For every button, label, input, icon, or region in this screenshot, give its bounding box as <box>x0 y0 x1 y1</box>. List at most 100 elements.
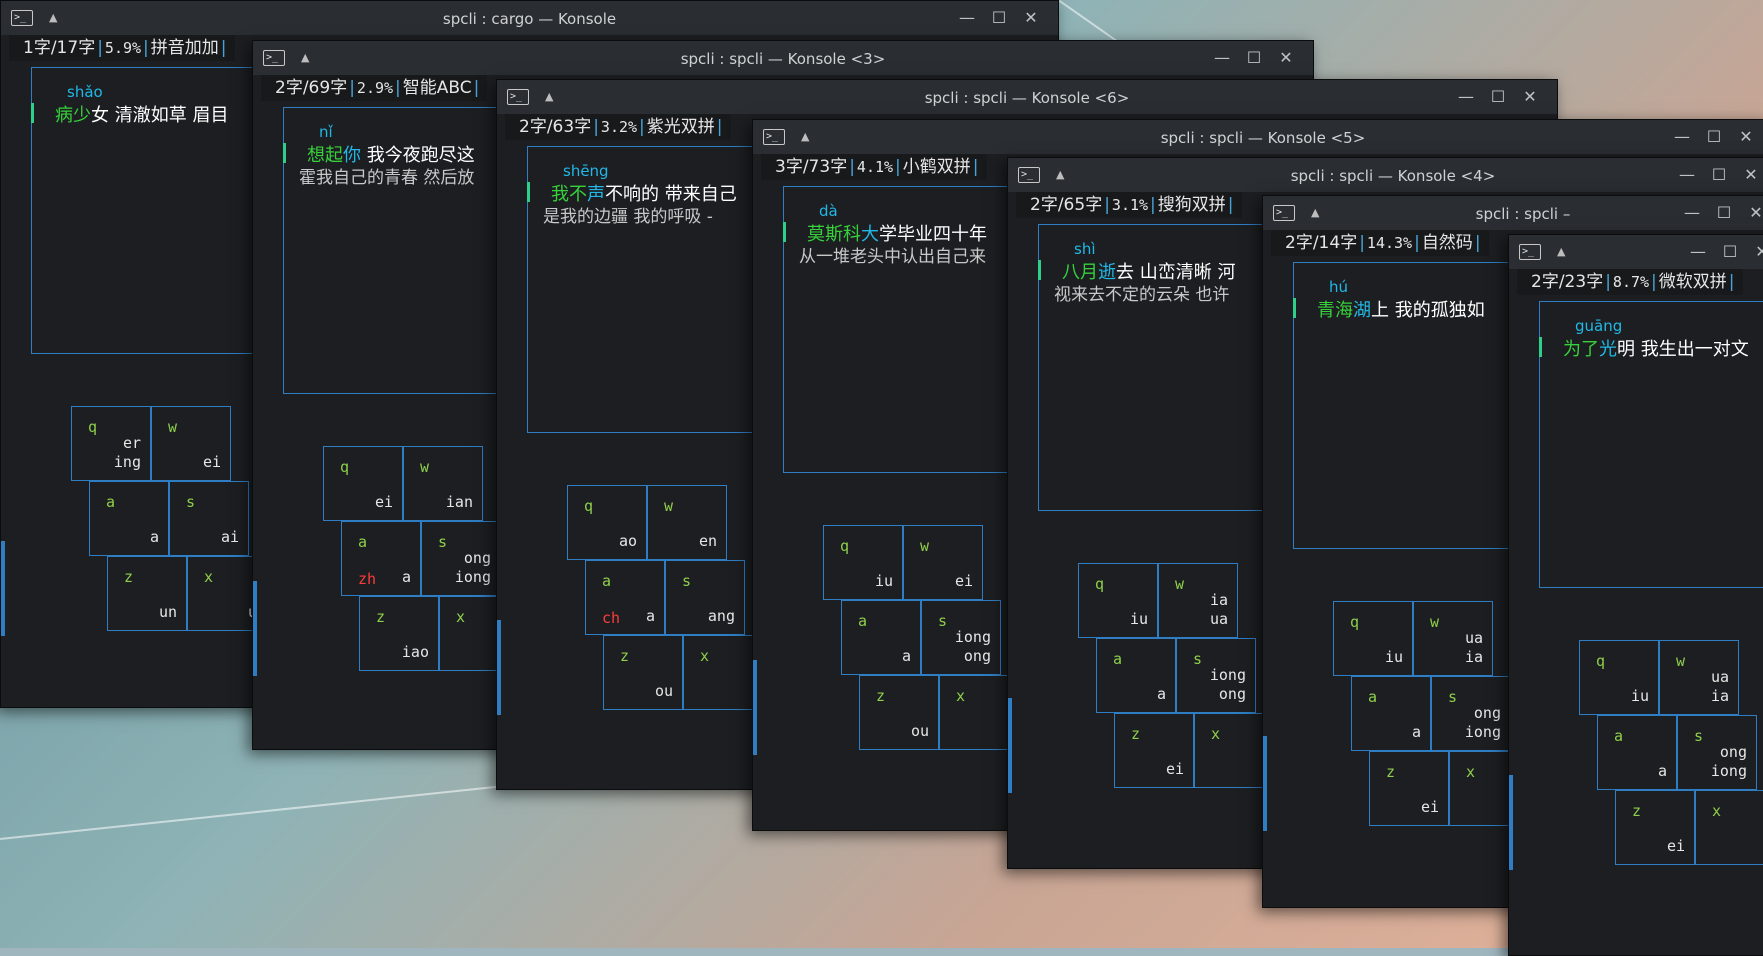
key-finals: iu <box>874 572 893 590</box>
key-initial: zh <box>358 570 377 588</box>
pinyin-hint: hú <box>1329 278 1349 296</box>
maximize-button[interactable]: ☐ <box>1487 86 1509 108</box>
status-separator: | <box>1414 233 1420 253</box>
minimize-button[interactable]: — <box>956 7 978 29</box>
next-line: 视来去不定的云朵 也许 <box>1054 285 1230 305</box>
key-finals: un <box>158 603 177 621</box>
window-titlebar[interactable]: >_ ▲ spcli : spcli – — ☐ ✕ <box>1263 196 1763 230</box>
minimize-button[interactable]: — <box>1211 47 1233 69</box>
keep-above-icon[interactable]: ▲ <box>1557 245 1565 258</box>
key-letter: a <box>358 533 368 551</box>
window-titlebar[interactable]: >_ ▲ spcli : cargo — Konsole — ☐ ✕ <box>1 1 1058 35</box>
status-separator: | <box>1150 195 1156 215</box>
key-finals: er ing <box>113 434 141 471</box>
cursor-marker <box>1293 298 1296 318</box>
key-a: aa <box>89 481 169 556</box>
scheme-name: 自然码 <box>1421 233 1473 253</box>
close-button[interactable]: ✕ <box>1740 164 1762 186</box>
key-initial: ch <box>602 609 621 627</box>
status-bar: 1字/17字 | 5.9% | 拼音加加 | <box>9 35 235 61</box>
line-segment: 光 <box>1599 339 1617 360</box>
key-q: q iu <box>1078 563 1158 638</box>
status-bar: 2字/14字 | 14.3% | 自然码 | <box>1271 230 1489 256</box>
window-title: spcli : spcli — Konsole <5> <box>1160 129 1366 147</box>
maximize-button[interactable]: ☐ <box>988 7 1010 29</box>
close-button[interactable]: ✕ <box>1751 241 1763 263</box>
minimize-button[interactable]: — <box>1671 126 1693 148</box>
line-segment: 青海 <box>1317 300 1353 321</box>
close-button[interactable]: ✕ <box>1519 86 1541 108</box>
key-letter: s <box>1448 688 1458 706</box>
scroll-marker <box>253 581 257 676</box>
key-finals: ou <box>654 682 673 700</box>
window-titlebar[interactable]: >_ ▲ spcli : spcli — Konsole <5> — ☐ ✕ <box>753 120 1763 154</box>
key-finals: ong iong <box>1464 704 1501 741</box>
close-button[interactable]: ✕ <box>1735 126 1757 148</box>
key-a: aa <box>841 600 921 675</box>
scroll-marker <box>753 660 757 755</box>
close-button[interactable]: ✕ <box>1745 202 1763 224</box>
key-letter: x <box>1712 802 1722 820</box>
current-line: 病少女 清澈如草 眉目 <box>55 101 228 127</box>
key-z: z ei <box>1615 790 1695 865</box>
key-w: w ei <box>151 406 231 481</box>
key-finals: ong iong <box>454 549 491 586</box>
key-letter: z <box>1131 725 1141 743</box>
key-finals: ei <box>1420 798 1439 816</box>
key-finals: ai <box>220 528 239 546</box>
key-letter: a <box>1614 727 1624 745</box>
key-finals: ua ia <box>1464 629 1483 666</box>
key-q: q iu <box>1579 640 1659 715</box>
key-letter: q <box>1350 613 1360 631</box>
status-bar: 2字/69字 | 2.9% | 智能ABC | <box>261 75 488 101</box>
maximize-button[interactable]: ☐ <box>1713 202 1735 224</box>
progress-percent: 5.9% <box>104 39 142 57</box>
maximize-button[interactable]: ☐ <box>1719 241 1741 263</box>
cursor-marker <box>283 143 286 163</box>
key-letter: w <box>420 458 430 476</box>
key-finals: ou <box>910 722 929 740</box>
key-letter: s <box>186 493 196 511</box>
key-finals: ian <box>445 493 473 511</box>
minimize-button[interactable]: — <box>1676 164 1698 186</box>
konsole-window[interactable]: >_▲—☐✕2字/23字|8.7%|微软双拼|guāng为了光明 我生出一对文q… <box>1508 234 1763 956</box>
line-segment: 明 我生出一对文 <box>1617 339 1749 360</box>
key-s: s iong ong <box>1176 638 1256 713</box>
key-s: s ong iong <box>1431 676 1511 751</box>
status-separator: | <box>1728 272 1735 292</box>
window-titlebar[interactable]: >_ ▲ spcli : spcli — Konsole <6> — ☐ ✕ <box>497 80 1557 114</box>
minimize-button[interactable]: — <box>1681 202 1703 224</box>
key-w: w ian <box>403 446 483 521</box>
key-w: w ei <box>903 525 983 600</box>
typed-count: 2字 <box>1285 233 1313 253</box>
window-titlebar[interactable]: >_ ▲ — ☐ ✕ <box>1509 235 1763 269</box>
key-finals: ong iong <box>1710 743 1747 780</box>
minimize-button[interactable]: — <box>1687 241 1709 263</box>
typed-count: 1字 <box>23 38 51 58</box>
key-x: x <box>683 635 763 710</box>
terminal-icon[interactable]: >_ <box>1519 244 1541 260</box>
close-button[interactable]: ✕ <box>1020 7 1042 29</box>
maximize-button[interactable]: ☐ <box>1703 126 1725 148</box>
minimize-button[interactable]: — <box>1455 86 1477 108</box>
maximize-button[interactable]: ☐ <box>1708 164 1730 186</box>
key-q: q er ing <box>71 406 151 481</box>
key-finals: iu <box>1384 648 1403 666</box>
window-titlebar[interactable]: >_ ▲ spcli : spcli — Konsole <3> — ☐ ✕ <box>253 41 1313 75</box>
key-letter: w <box>664 497 674 515</box>
typed-count: 2字 <box>519 117 547 137</box>
key-s: s ong iong <box>421 521 501 596</box>
pinyin-hint: shǎo <box>67 83 103 101</box>
cursor-marker <box>527 182 530 202</box>
cursor-marker <box>31 103 34 123</box>
scroll-marker <box>1 541 5 636</box>
maximize-button[interactable]: ☐ <box>1243 47 1265 69</box>
key-z: z un <box>107 556 187 631</box>
pinyin-hint: shēng <box>563 162 609 180</box>
close-button[interactable]: ✕ <box>1275 47 1297 69</box>
key-letter: w <box>920 537 930 555</box>
key-finals: ia ua <box>1209 591 1228 628</box>
window-titlebar[interactable]: >_ ▲ spcli : spcli — Konsole <4> — ☐ ✕ <box>1008 158 1763 192</box>
pinyin-hint: guāng <box>1575 317 1623 335</box>
total-count: /17字 <box>50 38 96 58</box>
